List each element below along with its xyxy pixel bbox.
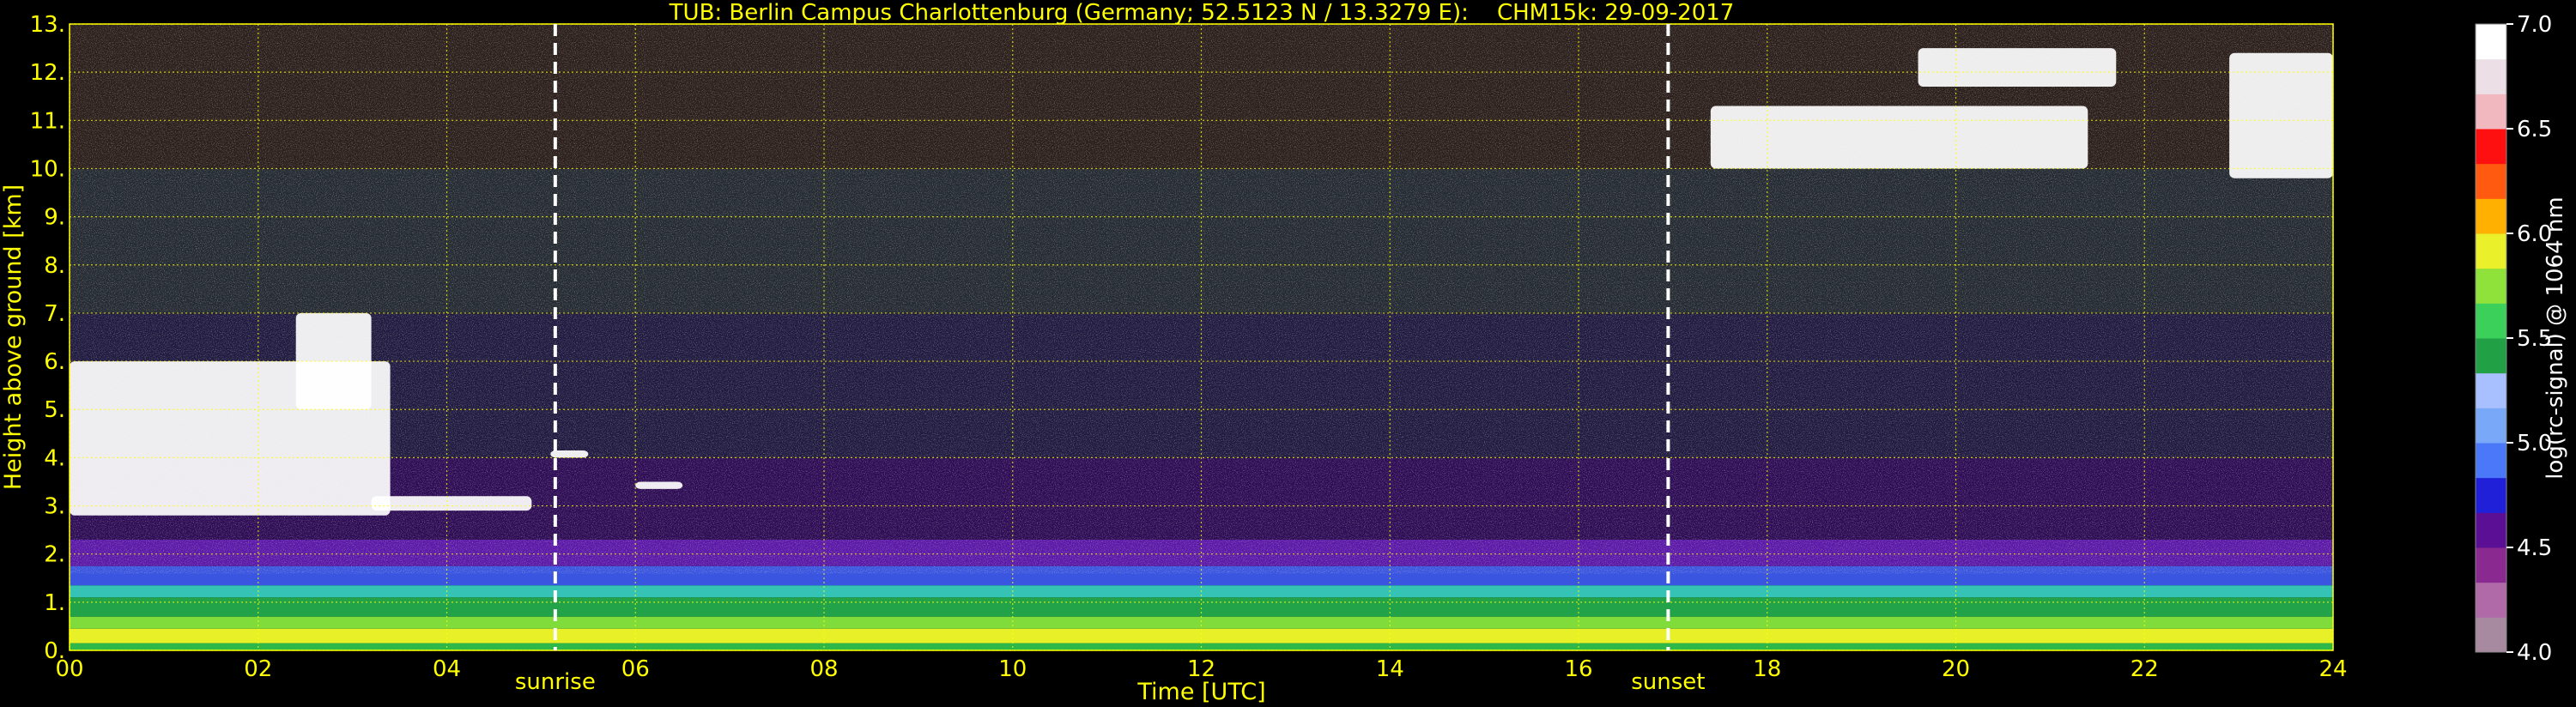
colorbar-segment-12 bbox=[2476, 198, 2506, 234]
x-tick-label: 02 bbox=[244, 656, 272, 682]
colorbar-segment-2 bbox=[2476, 547, 2506, 583]
sunset-label: sunset bbox=[1631, 669, 1705, 695]
y-tick-label: 12. bbox=[30, 60, 65, 86]
y-tick-label: 13. bbox=[30, 12, 65, 38]
colorbar-segment-3 bbox=[2476, 512, 2506, 548]
lidar-chart: sunrise sunset00 02 04 06 08 10 12 14 16 18 20 22 240… bbox=[0, 0, 2568, 705]
y-tick-label: 2. bbox=[44, 542, 65, 568]
y-tick-label: 4. bbox=[44, 445, 65, 471]
colorbar-segment-7 bbox=[2476, 372, 2506, 408]
sunrise-label: sunrise bbox=[515, 669, 596, 695]
x-tick-label: 20 bbox=[1942, 656, 1970, 682]
x-tick-label: 08 bbox=[809, 656, 838, 682]
colorbar-segment-11 bbox=[2476, 233, 2506, 269]
x-tick-label: 18 bbox=[1753, 656, 1781, 682]
y-tick-label: 3. bbox=[44, 494, 65, 520]
colorbar-segment-16 bbox=[2476, 58, 2506, 94]
x-tick-label: 22 bbox=[2131, 656, 2159, 682]
cloud-feature-3 bbox=[550, 450, 589, 458]
y-tick-label: 6. bbox=[44, 349, 65, 375]
y-tick-label: 9. bbox=[44, 205, 65, 231]
colorbar-segment-5 bbox=[2476, 443, 2506, 479]
x-tick-label: 14 bbox=[1376, 656, 1404, 682]
x-tick-label: 06 bbox=[621, 656, 650, 682]
colorbar-tick-label: 4.5 bbox=[2517, 535, 2552, 561]
colorbar-segment-0 bbox=[2476, 617, 2506, 653]
colorbar-segment-13 bbox=[2476, 163, 2506, 199]
colorbar-segment-10 bbox=[2476, 268, 2506, 304]
signal-layer-1 bbox=[70, 628, 2333, 644]
colorbar-segment-17 bbox=[2476, 24, 2506, 60]
y-axis-label: Height above ground [km] bbox=[0, 184, 27, 490]
x-tick-label: 24 bbox=[2318, 656, 2347, 682]
x-tick-label: 10 bbox=[998, 656, 1027, 682]
cloud-feature-2 bbox=[371, 496, 532, 511]
cloud-feature-6 bbox=[1918, 48, 2117, 87]
colorbar-segment-6 bbox=[2476, 408, 2506, 444]
colorbar-tick-label: 7.0 bbox=[2517, 12, 2552, 38]
y-tick-label: 5. bbox=[44, 397, 65, 423]
y-tick-label: 11. bbox=[30, 108, 65, 134]
colorbar-tick-label: 6.5 bbox=[2517, 117, 2552, 142]
y-tick-label: 0. bbox=[44, 638, 65, 664]
y-tick-label: 7. bbox=[44, 301, 65, 327]
colorbar-segment-15 bbox=[2476, 94, 2506, 130]
y-tick-label: 10. bbox=[30, 156, 65, 182]
y-tick-label: 8. bbox=[44, 253, 65, 279]
colorbar-segment-9 bbox=[2476, 303, 2506, 339]
colorbar-segment-8 bbox=[2476, 338, 2506, 374]
x-axis-label: Time [UTC] bbox=[1136, 679, 1265, 705]
colorbar-segment-4 bbox=[2476, 477, 2506, 513]
chart-title: TUB: Berlin Campus Charlottenburg (Germa… bbox=[669, 0, 1735, 26]
colorbar-segment-14 bbox=[2476, 129, 2506, 165]
colorbar-segment-1 bbox=[2476, 582, 2506, 618]
x-tick-label: 04 bbox=[433, 656, 461, 682]
colorbar-tick-label: 4.0 bbox=[2517, 640, 2552, 666]
x-tick-label: 16 bbox=[1564, 656, 1592, 682]
signal-layer-2 bbox=[70, 616, 2333, 629]
cloud-feature-4 bbox=[635, 481, 683, 489]
y-tick-label: 1. bbox=[44, 590, 65, 616]
colorbar-label: log(rc-signal) @ 1064 nm bbox=[2543, 196, 2568, 479]
